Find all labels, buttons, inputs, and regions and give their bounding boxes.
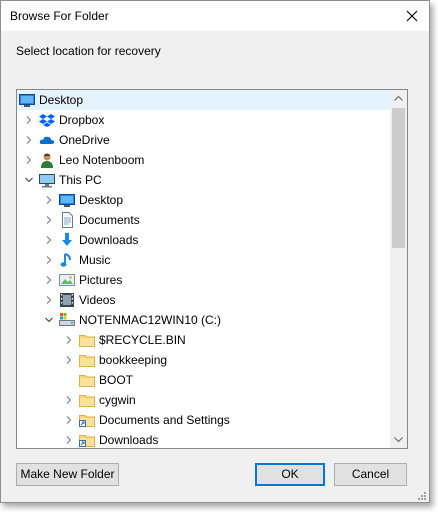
tree-item-label: This PC xyxy=(59,173,102,187)
tree-item-dropbox[interactable]: Dropbox xyxy=(17,110,390,130)
tree-item-music[interactable]: Music xyxy=(17,250,390,270)
tree-item-downloads[interactable]: Downloads xyxy=(17,230,390,250)
tree-item-label: cygwin xyxy=(99,393,136,407)
close-icon[interactable] xyxy=(403,7,421,25)
tree-item-label: Leo Notenboom xyxy=(59,153,145,167)
tree-item-desktop[interactable]: Desktop xyxy=(17,190,390,210)
chevron-right-icon[interactable] xyxy=(44,274,54,286)
tree-item-label: Videos xyxy=(79,293,116,307)
make-new-folder-button[interactable]: Make New Folder xyxy=(16,463,119,486)
folder-icon xyxy=(79,372,95,388)
tree-item-pictures[interactable]: Pictures xyxy=(17,270,390,290)
chevron-right-icon[interactable] xyxy=(44,214,54,226)
prompt-text: Select location for recovery xyxy=(16,44,161,58)
tree-item-label: Music xyxy=(79,253,111,267)
dialog-title: Browse For Folder xyxy=(10,9,109,23)
chevron-right-icon[interactable] xyxy=(44,234,54,246)
tree-item-label: NOTENMAC12WIN10 (C:) xyxy=(79,313,222,327)
folder-shortcut-icon xyxy=(79,412,95,428)
onedrive-icon xyxy=(39,132,55,148)
chevron-right-icon[interactable] xyxy=(44,254,54,266)
folder-tree[interactable]: Desktop Dropbox OneDrive Leo Notenboom This … xyxy=(16,89,408,449)
videos-icon xyxy=(59,292,75,308)
tree-item-notenmac12win10-c[interactable]: NOTENMAC12WIN10 (C:) xyxy=(17,310,390,330)
tree-item-cygwin[interactable]: cygwin xyxy=(17,390,390,410)
chevron-right-icon[interactable] xyxy=(44,194,54,206)
title-bar: Browse For Folder xyxy=(1,1,429,31)
tree-item-label: Dropbox xyxy=(59,113,105,127)
tree-item-downloads[interactable]: Downloads xyxy=(17,430,390,448)
tree-item-label: Pictures xyxy=(79,273,123,287)
folder-icon xyxy=(79,392,95,408)
user-icon xyxy=(39,152,55,168)
tree-item-bookkeeping[interactable]: bookkeeping xyxy=(17,350,390,370)
music-icon xyxy=(59,252,75,268)
chevron-right-icon[interactable] xyxy=(44,294,54,306)
scrollbar-thumb[interactable] xyxy=(392,108,405,248)
chevron-right-icon[interactable] xyxy=(64,434,74,446)
tree-item-label: Downloads xyxy=(79,233,139,247)
folder-icon xyxy=(79,352,95,368)
computer-icon xyxy=(39,172,55,188)
tree-item-label: bookkeeping xyxy=(99,353,168,367)
chevron-right-icon[interactable] xyxy=(64,414,74,426)
tree-item-label: Documents xyxy=(79,213,140,227)
tree-item-label: BOOT xyxy=(99,373,134,387)
tree-item-label: $RECYCLE.BIN xyxy=(99,333,186,347)
chevron-down-icon[interactable] xyxy=(44,314,54,326)
tree-item-label: Downloads xyxy=(99,433,159,447)
chevron-right-icon[interactable] xyxy=(64,394,74,406)
tree-item-label: Desktop xyxy=(39,93,84,107)
cancel-button[interactable]: Cancel xyxy=(334,463,407,486)
chevron-right-icon[interactable] xyxy=(24,154,34,166)
drive-icon xyxy=(59,312,75,328)
tree-item-this-pc[interactable]: This PC xyxy=(17,170,390,190)
tree-item-documents[interactable]: Documents xyxy=(17,210,390,230)
resize-grip-icon[interactable] xyxy=(417,490,427,500)
tree-item-label: Desktop xyxy=(79,193,124,207)
pictures-icon xyxy=(59,272,75,288)
downloads-icon xyxy=(59,232,75,248)
scroll-down-icon[interactable] xyxy=(390,431,407,448)
folder-shortcut-icon xyxy=(79,432,95,448)
chevron-right-icon[interactable] xyxy=(24,134,34,146)
tree-item-recycle-bin[interactable]: $RECYCLE.BIN xyxy=(17,330,390,350)
vertical-scrollbar[interactable] xyxy=(390,90,407,448)
tree-item-onedrive[interactable]: OneDrive xyxy=(17,130,390,150)
chevron-right-icon[interactable] xyxy=(24,114,34,126)
scroll-up-icon[interactable] xyxy=(390,90,407,107)
desktop-icon xyxy=(59,192,75,208)
dropbox-icon xyxy=(39,112,55,128)
tree-item-leo-notenboom[interactable]: Leo Notenboom xyxy=(17,150,390,170)
desktop-icon xyxy=(19,92,35,108)
tree-item-documents-and-settings[interactable]: Documents and Settings xyxy=(17,410,390,430)
chevron-right-icon[interactable] xyxy=(64,354,74,366)
tree-item-label: Documents and Settings xyxy=(99,413,230,427)
folder-icon xyxy=(79,332,95,348)
tree-item-desktop[interactable]: Desktop xyxy=(17,90,390,110)
chevron-right-icon[interactable] xyxy=(64,334,74,346)
ok-button[interactable]: OK xyxy=(255,463,325,486)
tree-item-videos[interactable]: Videos xyxy=(17,290,390,310)
chevron-down-icon[interactable] xyxy=(24,174,34,186)
documents-icon xyxy=(59,212,75,228)
browse-for-folder-dialog: Browse For Folder Select location for re… xyxy=(0,0,430,503)
tree-item-boot[interactable]: BOOT xyxy=(17,370,390,390)
tree-item-label: OneDrive xyxy=(59,133,110,147)
